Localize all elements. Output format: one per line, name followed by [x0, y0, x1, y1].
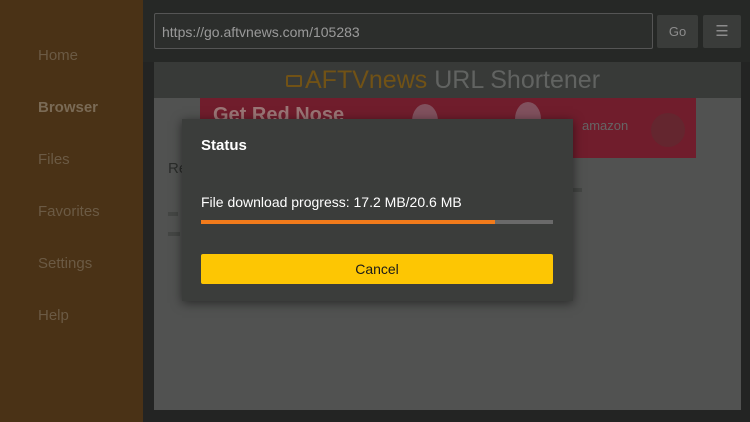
go-button[interactable]: Go — [657, 15, 698, 48]
sidebar: Home Browser Files Favorites Settings He… — [0, 0, 143, 422]
sidebar-item-files[interactable]: Files — [38, 151, 70, 168]
sidebar-item-browser[interactable]: Browser — [38, 99, 98, 116]
dialog-title: Status — [201, 137, 247, 154]
sidebar-item-settings[interactable]: Settings — [38, 255, 92, 272]
menu-icon: ☰ — [715, 23, 729, 40]
app-root: Home Browser Files Favorites Settings He… — [0, 0, 750, 422]
progress-text: File download progress: 17.2 MB/20.6 MB — [201, 194, 462, 210]
sidebar-item-home[interactable]: Home — [38, 47, 78, 64]
url-text: https://go.aftvnews.com/105283 — [162, 24, 360, 40]
url-input[interactable]: https://go.aftvnews.com/105283 — [154, 13, 653, 49]
sidebar-item-help[interactable]: Help — [38, 307, 69, 324]
menu-button[interactable]: ☰ — [703, 15, 741, 48]
progress-bar-fill — [201, 220, 495, 224]
status-dialog: Status File download progress: 17.2 MB/2… — [182, 119, 573, 301]
progress-bar — [201, 220, 553, 224]
cancel-button[interactable]: Cancel — [201, 254, 553, 284]
sidebar-item-favorites[interactable]: Favorites — [38, 203, 100, 220]
